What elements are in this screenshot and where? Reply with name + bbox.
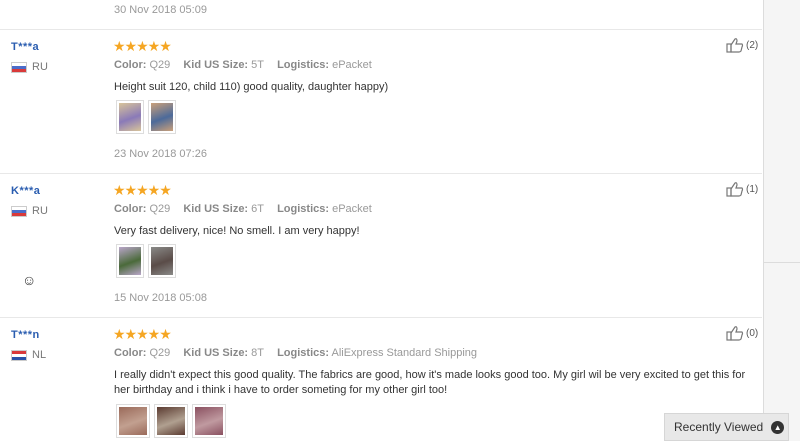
side-panel (763, 0, 800, 441)
order-attributes: Color: Q29 Kid US Size: 8T Logistics: Al… (114, 347, 478, 359)
review-photo-2[interactable] (154, 404, 188, 438)
star-rating: ★★★★★ (113, 38, 172, 54)
flag-ru-icon (11, 61, 27, 73)
helpful-count: (1) (746, 183, 759, 195)
review-item: T***a RU ★★★★★ Color: Q29 Kid US Size: 5… (0, 30, 762, 174)
review-item: T***n NL ★★★★★ Color: Q29 Kid US Size: 8… (0, 318, 762, 441)
recently-viewed-button[interactable]: Recently Viewed ▲ (664, 413, 789, 441)
thumbs-up-icon (726, 326, 744, 341)
review-photo-2[interactable] (148, 244, 176, 278)
review-photo-1[interactable] (116, 100, 144, 134)
review-date: 15 Nov 2018 05:08 (114, 292, 207, 304)
review-photo-1[interactable] (116, 244, 144, 278)
reviewer-country: RU (11, 205, 48, 217)
recently-viewed-label: Recently Viewed (674, 420, 764, 434)
divider (764, 262, 800, 263)
review-photos (116, 244, 176, 278)
review-date: 23 Nov 2018 07:26 (114, 148, 207, 160)
order-attributes: Color: Q29 Kid US Size: 6T Logistics: eP… (114, 203, 372, 215)
flag-ru-icon (11, 205, 27, 217)
review-photo-3[interactable] (192, 404, 226, 438)
helpful-button[interactable]: (2) (726, 37, 758, 53)
helpful-count: (2) (746, 39, 759, 51)
review-photos (116, 100, 176, 134)
chevron-up-icon: ▲ (771, 420, 785, 434)
review-text: Height suit 120, child 110) good quality… (114, 81, 389, 93)
review-photo-1[interactable] (116, 404, 150, 438)
review-date: 30 Nov 2018 05:09 (114, 4, 207, 16)
reviewer-country: RU (11, 61, 48, 73)
reviewer-name[interactable]: T***n (11, 329, 40, 341)
reviewer-name[interactable]: K***a (11, 185, 40, 197)
thumbs-up-icon (726, 38, 744, 53)
country-code: RU (32, 61, 48, 73)
thumbs-up-icon (726, 182, 744, 197)
helpful-count: (0) (746, 327, 759, 339)
reviewer-country: NL (11, 349, 46, 361)
reviewer-name[interactable]: T***a (11, 41, 39, 53)
flag-nl-icon (11, 349, 27, 361)
review-text: Very fast delivery, nice! No smell. I am… (114, 225, 360, 237)
helpful-button[interactable]: (0) (726, 325, 758, 341)
country-code: RU (32, 205, 48, 217)
star-rating: ★★★★★ (113, 182, 172, 198)
helpful-button[interactable]: (1) (726, 181, 758, 197)
review-item: K***a RU ★★★★★ Color: Q29 Kid US Size: 6… (0, 174, 762, 318)
review-text: I really didn't expect this good quality… (114, 369, 746, 396)
review-photo-2[interactable] (148, 100, 176, 134)
star-rating: ★★★★★ (113, 326, 172, 342)
country-code: NL (32, 349, 47, 361)
smiley-icon[interactable]: ☺ (22, 272, 36, 288)
order-attributes: Color: Q29 Kid US Size: 5T Logistics: eP… (114, 59, 372, 71)
review-photos (116, 404, 226, 438)
